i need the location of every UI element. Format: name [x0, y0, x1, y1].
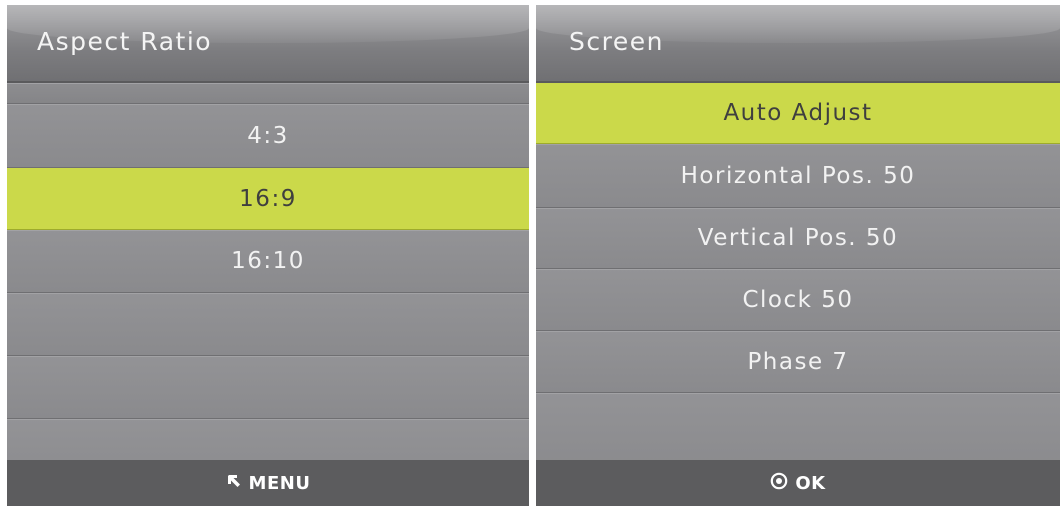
option-16-10[interactable]: 16:10 — [7, 230, 529, 293]
ok-circle-icon — [770, 472, 788, 495]
option-list: Auto Adjust Horizontal Pos. 50 Vertical … — [536, 83, 1060, 474]
menu-label: MENU — [248, 472, 311, 494]
option-4-3[interactable]: 4:3 — [7, 104, 529, 168]
option-horizontal-pos[interactable]: Horizontal Pos. 50 — [536, 144, 1060, 208]
screen-panel: Screen Auto Adjust Horizontal Pos. 50 Ve… — [536, 5, 1060, 506]
panel-header: Screen — [536, 5, 1060, 83]
panel-header: Aspect Ratio — [7, 5, 529, 83]
option-clock[interactable]: Clock 50 — [536, 269, 1060, 331]
option-16-9[interactable]: 16:9 — [7, 168, 529, 230]
ok-label: OK — [795, 472, 826, 494]
panel-title: Aspect Ratio — [37, 27, 213, 56]
empty-row — [7, 356, 529, 419]
option-list: 4:3 16:9 16:10 — [7, 83, 529, 490]
panel-title: Screen — [569, 27, 664, 56]
empty-row — [7, 293, 529, 356]
list-top-spacer — [7, 83, 529, 104]
return-arrow-icon — [226, 473, 242, 494]
option-auto-adjust[interactable]: Auto Adjust — [536, 83, 1060, 144]
option-vertical-pos[interactable]: Vertical Pos. 50 — [536, 208, 1060, 269]
aspect-ratio-panel: Aspect Ratio 4:3 16:9 16:10 MENU — [7, 5, 529, 506]
ok-footer[interactable]: OK — [536, 460, 1060, 506]
option-phase[interactable]: Phase 7 — [536, 331, 1060, 393]
osd-menus: Aspect Ratio 4:3 16:9 16:10 MENU Screen … — [0, 0, 1061, 507]
menu-footer[interactable]: MENU — [7, 460, 529, 506]
